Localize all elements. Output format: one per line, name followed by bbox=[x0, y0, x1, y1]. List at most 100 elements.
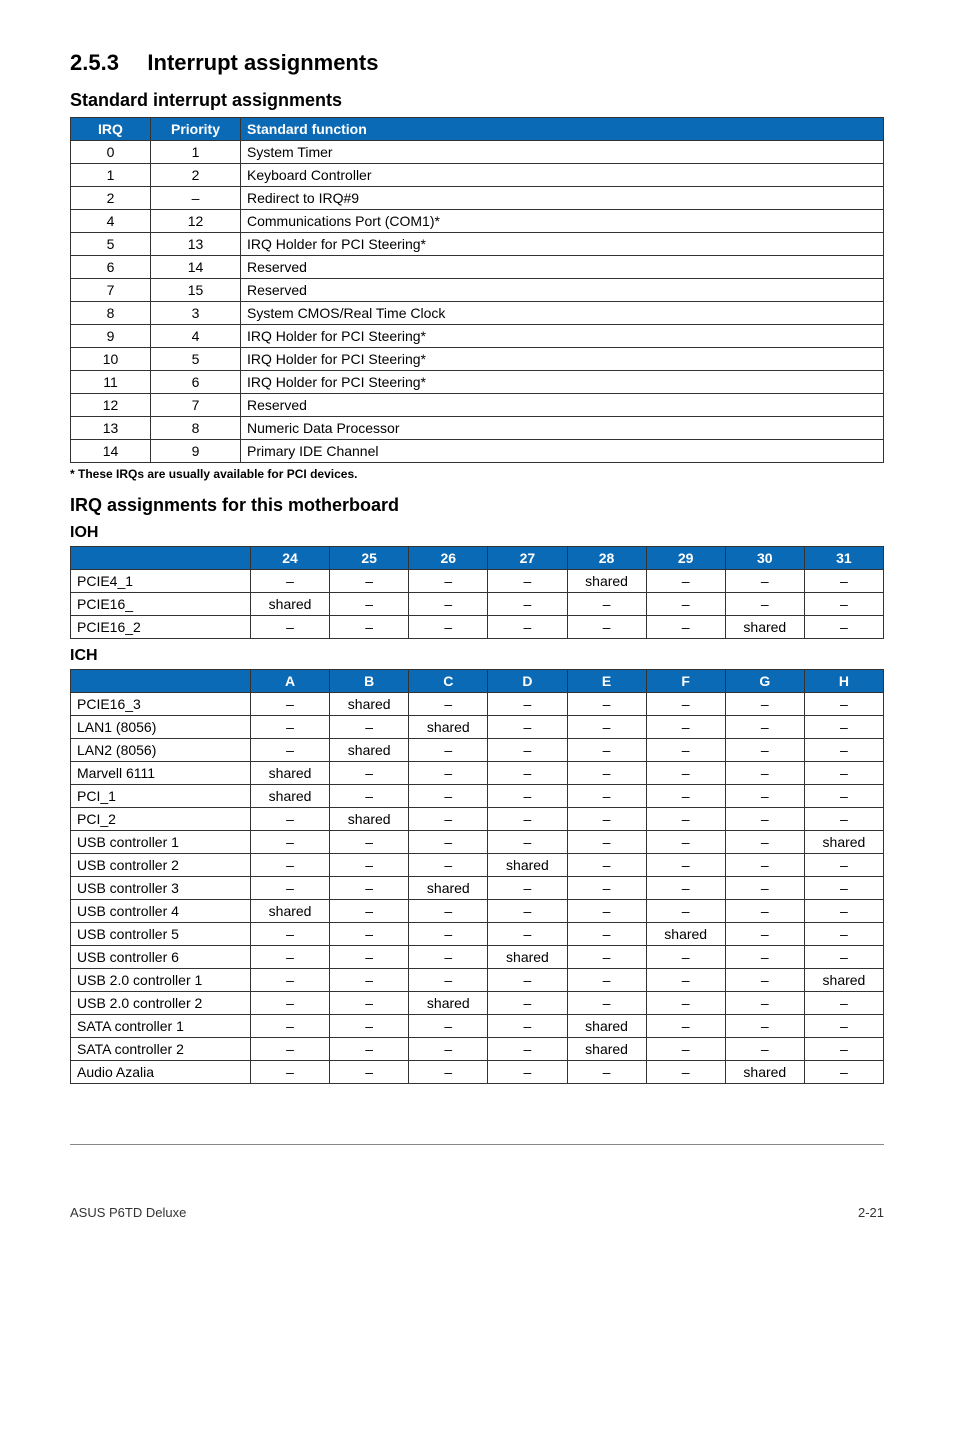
row-label: USB controller 2 bbox=[71, 854, 251, 877]
matrix-cell: – bbox=[488, 1015, 567, 1038]
matrix-cell: – bbox=[804, 593, 883, 616]
matrix-cell: – bbox=[409, 739, 488, 762]
matrix-cell: shared bbox=[725, 616, 804, 639]
matrix-cell: – bbox=[567, 900, 646, 923]
matrix-cell: – bbox=[409, 923, 488, 946]
priority-cell: 2 bbox=[151, 164, 241, 187]
matrix-cell: – bbox=[646, 831, 725, 854]
matrix-th: D bbox=[488, 670, 567, 693]
matrix-cell: – bbox=[646, 1015, 725, 1038]
table-row: LAN2 (8056)–shared–––––– bbox=[71, 739, 884, 762]
matrix-cell: – bbox=[251, 854, 330, 877]
matrix-cell: – bbox=[567, 877, 646, 900]
matrix-th: G bbox=[725, 670, 804, 693]
matrix-cell: – bbox=[804, 1015, 883, 1038]
table-row: PCIE16_shared––––––– bbox=[71, 593, 884, 616]
matrix-cell: – bbox=[251, 1038, 330, 1061]
matrix-cell: – bbox=[330, 1015, 409, 1038]
matrix-cell: – bbox=[251, 808, 330, 831]
footer-divider bbox=[70, 1144, 884, 1145]
function-cell: Primary IDE Channel bbox=[241, 440, 884, 463]
function-cell: System Timer bbox=[241, 141, 884, 164]
priority-cell: – bbox=[151, 187, 241, 210]
irq-cell: 2 bbox=[71, 187, 151, 210]
table-row: 94IRQ Holder for PCI Steering* bbox=[71, 325, 884, 348]
table-row: 12Keyboard Controller bbox=[71, 164, 884, 187]
matrix-cell: shared bbox=[330, 808, 409, 831]
matrix-th bbox=[71, 547, 251, 570]
matrix-cell: – bbox=[646, 785, 725, 808]
table-row: PCI_2–shared–––––– bbox=[71, 808, 884, 831]
matrix-cell: – bbox=[725, 693, 804, 716]
row-label: SATA controller 2 bbox=[71, 1038, 251, 1061]
matrix-cell: – bbox=[725, 854, 804, 877]
matrix-cell: shared bbox=[488, 854, 567, 877]
matrix-cell: – bbox=[409, 1038, 488, 1061]
matrix-cell: – bbox=[646, 762, 725, 785]
matrix-cell: – bbox=[567, 946, 646, 969]
ioh-table: 2425262728293031 PCIE4_1––––shared–––PCI… bbox=[70, 546, 884, 639]
matrix-cell: – bbox=[251, 946, 330, 969]
matrix-cell: – bbox=[488, 831, 567, 854]
table-row: PCIE4_1––––shared––– bbox=[71, 570, 884, 593]
irq-cell: 8 bbox=[71, 302, 151, 325]
matrix-cell: – bbox=[646, 854, 725, 877]
matrix-cell: – bbox=[488, 785, 567, 808]
matrix-cell: – bbox=[488, 693, 567, 716]
matrix-cell: – bbox=[725, 877, 804, 900]
matrix-cell: – bbox=[567, 716, 646, 739]
row-label: USB controller 6 bbox=[71, 946, 251, 969]
matrix-cell: – bbox=[488, 570, 567, 593]
matrix-cell: – bbox=[804, 877, 883, 900]
matrix-cell: – bbox=[725, 992, 804, 1015]
table-row: SATA controller 2––––shared––– bbox=[71, 1038, 884, 1061]
matrix-cell: – bbox=[646, 808, 725, 831]
subheading-standard: Standard interrupt assignments bbox=[70, 90, 884, 111]
priority-cell: 15 bbox=[151, 279, 241, 302]
matrix-cell: shared bbox=[567, 570, 646, 593]
table-row: 127Reserved bbox=[71, 394, 884, 417]
ich-table: ABCDEFGH PCIE16_3–shared––––––LAN1 (8056… bbox=[70, 669, 884, 1084]
function-cell: Reserved bbox=[241, 256, 884, 279]
row-label: PCIE16_ bbox=[71, 593, 251, 616]
matrix-cell: – bbox=[251, 739, 330, 762]
table-row: 513IRQ Holder for PCI Steering* bbox=[71, 233, 884, 256]
irq-note: * These IRQs are usually available for P… bbox=[70, 467, 884, 481]
matrix-cell: – bbox=[488, 923, 567, 946]
matrix-cell: – bbox=[488, 808, 567, 831]
matrix-cell: – bbox=[330, 923, 409, 946]
matrix-cell: – bbox=[409, 785, 488, 808]
matrix-cell: – bbox=[330, 593, 409, 616]
matrix-th: 27 bbox=[488, 547, 567, 570]
table-row: Audio Azalia––––––shared– bbox=[71, 1061, 884, 1084]
irq-table: IRQ Priority Standard function 01System … bbox=[70, 117, 884, 463]
row-label: USB controller 4 bbox=[71, 900, 251, 923]
table-row: USB 2.0 controller 1–––––––shared bbox=[71, 969, 884, 992]
table-row: USB controller 2–––shared–––– bbox=[71, 854, 884, 877]
matrix-cell: – bbox=[567, 854, 646, 877]
function-cell: IRQ Holder for PCI Steering* bbox=[241, 325, 884, 348]
matrix-cell: – bbox=[725, 570, 804, 593]
table-row: 116IRQ Holder for PCI Steering* bbox=[71, 371, 884, 394]
table-row: LAN1 (8056)––shared––––– bbox=[71, 716, 884, 739]
row-label: USB controller 3 bbox=[71, 877, 251, 900]
row-label: PCIE16_3 bbox=[71, 693, 251, 716]
matrix-cell: – bbox=[804, 946, 883, 969]
matrix-cell: – bbox=[646, 1061, 725, 1084]
matrix-cell: – bbox=[646, 739, 725, 762]
matrix-cell: – bbox=[251, 992, 330, 1015]
matrix-cell: – bbox=[251, 923, 330, 946]
row-label: USB controller 5 bbox=[71, 923, 251, 946]
matrix-cell: – bbox=[330, 946, 409, 969]
footer-left: ASUS P6TD Deluxe bbox=[70, 1205, 186, 1220]
matrix-cell: – bbox=[488, 1038, 567, 1061]
function-cell: Reserved bbox=[241, 279, 884, 302]
matrix-cell: – bbox=[251, 716, 330, 739]
matrix-cell: – bbox=[804, 854, 883, 877]
function-cell: Reserved bbox=[241, 394, 884, 417]
function-cell: Keyboard Controller bbox=[241, 164, 884, 187]
matrix-cell: – bbox=[409, 831, 488, 854]
matrix-cell: – bbox=[646, 1038, 725, 1061]
matrix-cell: – bbox=[725, 808, 804, 831]
matrix-cell: – bbox=[251, 570, 330, 593]
